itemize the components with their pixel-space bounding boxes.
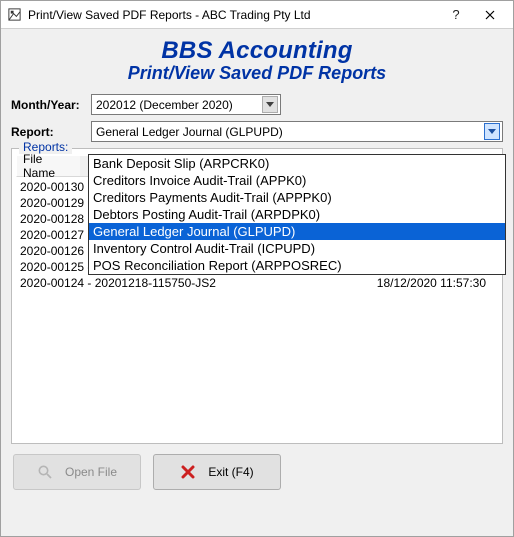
report-label: Report: — [11, 125, 91, 139]
titlebar: Print/View Saved PDF Reports - ABC Tradi… — [1, 1, 513, 29]
list-item[interactable]: 2020-00124 - 20201218-115750-JS2 18/12/20… — [16, 275, 498, 291]
app-name: BBS Accounting — [7, 37, 507, 65]
help-button[interactable]: ? — [439, 5, 473, 25]
file-date: 18/12/2020 11:57:30 — [377, 275, 494, 291]
monthyear-dropdown-button[interactable] — [262, 96, 278, 113]
report-dropdown-button[interactable] — [484, 123, 500, 140]
report-dropdown-list[interactable]: Bank Deposit Slip (ARPCRK0)Creditors Inv… — [88, 154, 506, 275]
dropdown-option[interactable]: Debtors Posting Audit-Trail (ARPDPK0) — [89, 206, 505, 223]
file-name: 2020-00127 — [20, 227, 84, 243]
monthyear-value: 202012 (December 2020) — [96, 98, 233, 112]
open-file-label: Open File — [65, 465, 117, 479]
report-value: General Ledger Journal (GLPUPD) — [96, 125, 283, 139]
reports-group-label: Reports: — [19, 140, 72, 154]
window-title: Print/View Saved PDF Reports - ABC Tradi… — [28, 8, 311, 22]
dropdown-option[interactable]: Inventory Control Audit-Trail (ICPUPD) — [89, 240, 505, 257]
dropdown-option[interactable]: Creditors Invoice Audit-Trail (APPK0) — [89, 172, 505, 189]
file-name: 2020-00124 - 20201218-115750-JS2 — [20, 275, 216, 291]
magnifier-icon — [37, 464, 53, 480]
exit-label: Exit (F4) — [208, 465, 253, 479]
dropdown-option[interactable]: General Ledger Journal (GLPUPD) — [89, 223, 505, 240]
heading: BBS Accounting Print/View Saved PDF Repo… — [7, 37, 507, 84]
app-icon — [7, 7, 22, 22]
window: Print/View Saved PDF Reports - ABC Tradi… — [0, 0, 514, 537]
file-name: 2020-00126 — [20, 243, 84, 259]
close-button[interactable] — [473, 5, 507, 25]
dropdown-option[interactable]: Creditors Payments Audit-Trail (APPPK0) — [89, 189, 505, 206]
dropdown-option[interactable]: Bank Deposit Slip (ARPCRK0) — [89, 155, 505, 172]
dropdown-option[interactable]: POS Reconciliation Report (ARPPOSREC) — [89, 257, 505, 274]
close-icon — [180, 464, 196, 480]
exit-button[interactable]: Exit (F4) — [153, 454, 281, 490]
monthyear-combobox[interactable]: 202012 (December 2020) — [91, 94, 281, 115]
monthyear-label: Month/Year: — [11, 98, 91, 112]
file-name: 2020-00129 — [20, 195, 84, 211]
report-combobox[interactable]: General Ledger Journal (GLPUPD) — [91, 121, 503, 142]
open-file-button[interactable]: Open File — [13, 454, 141, 490]
file-name: 2020-00128 — [20, 211, 84, 227]
column-filename[interactable]: File Name — [16, 155, 80, 177]
page-subtitle: Print/View Saved PDF Reports — [7, 63, 507, 84]
file-name: 2020-00130 — [20, 179, 84, 195]
